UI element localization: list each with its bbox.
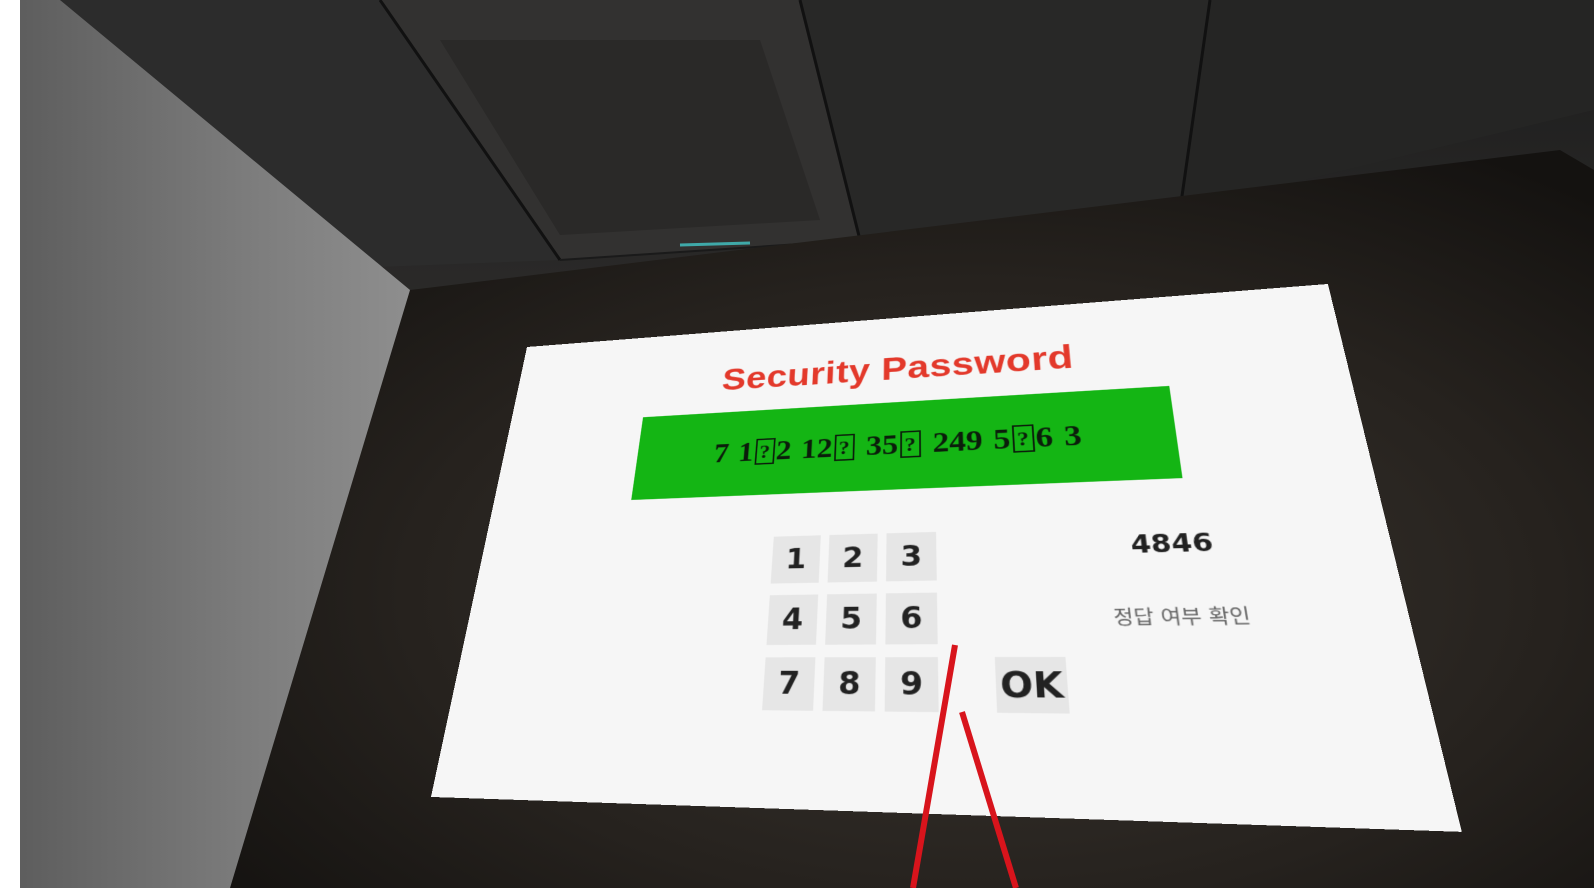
keypad-key-2[interactable]: 2 (827, 533, 878, 583)
code-group: 7 (712, 438, 730, 470)
keypad-key-5[interactable]: 5 (825, 593, 877, 645)
keypad-key-8[interactable]: 8 (822, 657, 876, 712)
keypad-key-6[interactable]: 6 (885, 592, 938, 645)
code-group: 5? 6 (993, 420, 1055, 456)
entered-answer: 4846 (1128, 527, 1216, 560)
keypad-key-7[interactable]: 7 (762, 657, 816, 711)
missing-digit-box: ? (899, 430, 921, 459)
code-digits: 35 (865, 429, 899, 462)
keypad-key-4[interactable]: 4 (766, 594, 819, 645)
keypad-key-3[interactable]: 3 (886, 531, 937, 582)
ok-button[interactable]: OK (994, 656, 1070, 714)
code-digits: 6 (1034, 421, 1055, 454)
vr-scene: Security Password 7 1? 2 12? 35? 249 5? 6 3 1 2 … (0, 0, 1594, 888)
keypad-key-1[interactable]: 1 (770, 535, 821, 584)
code-group: 1? 2 (737, 434, 792, 468)
missing-digit-box: ? (1011, 424, 1035, 453)
missing-digit-box: ? (754, 437, 776, 465)
keypad-key-9[interactable]: 9 (884, 657, 939, 713)
code-digits: 1 (737, 436, 755, 468)
code-digits: 2 (774, 434, 793, 467)
code-digits: 249 (932, 424, 984, 459)
missing-digit-box: ? (833, 433, 855, 462)
security-password-panel: Security Password 7 1? 2 12? 35? 249 5? 6 3 1 2 … (430, 283, 1462, 832)
code-digits: 12 (800, 432, 834, 465)
answer-check-label: 정답 여부 확인 (1112, 604, 1253, 629)
code-digits: 7 (712, 438, 731, 469)
code-group: 12? (800, 431, 856, 466)
code-display: 7 1? 2 12? 35? 249 5? 6 3 (631, 385, 1183, 500)
code-digits: 3 (1062, 419, 1084, 453)
code-group: 249 (932, 424, 983, 459)
code-group: 35? (866, 427, 923, 462)
code-digits: 5 (992, 423, 1012, 456)
code-group: 3 (1063, 419, 1084, 454)
